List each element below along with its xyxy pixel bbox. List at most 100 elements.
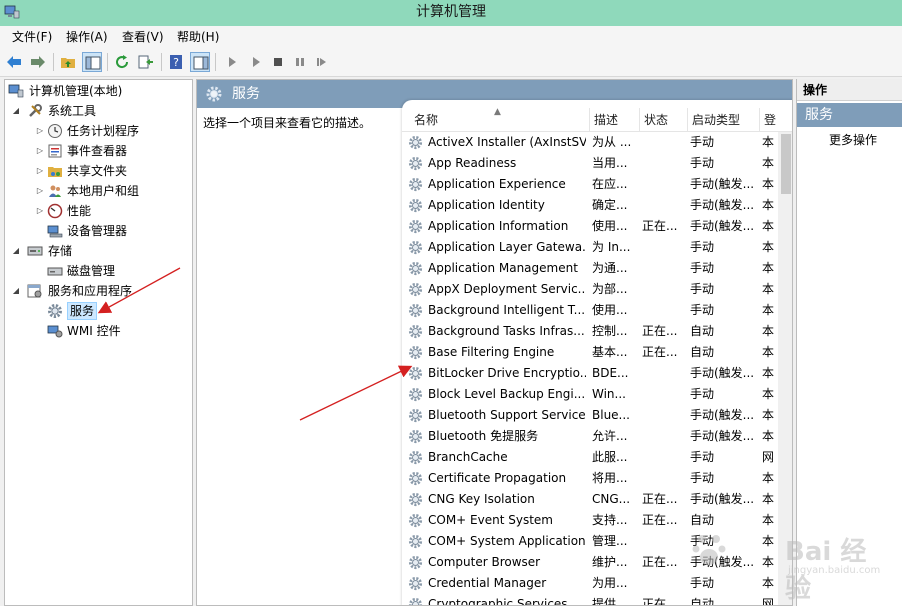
- expand-arrow-icon[interactable]: ▷: [35, 181, 45, 201]
- service-log-on-as: 本: [762, 345, 775, 359]
- service-name: Application Information: [428, 219, 569, 233]
- service-name: Bluetooth 免提服务: [428, 429, 539, 443]
- restart-service-button[interactable]: [312, 52, 332, 72]
- pause-service-button[interactable]: [290, 52, 310, 72]
- service-status: 正在...: [642, 219, 678, 233]
- tree-node-computer-management[interactable]: 计算机管理(本地): [7, 81, 192, 101]
- play-icon: [253, 57, 260, 67]
- menu-file[interactable]: 文件(F): [12, 26, 52, 48]
- tree-node-storage[interactable]: ◢ 存储: [9, 241, 192, 261]
- back-button[interactable]: [4, 52, 24, 72]
- start-service-button[interactable]: [222, 52, 242, 72]
- tree-label: 任务计划程序: [67, 124, 140, 138]
- more-actions-link[interactable]: 更多操作: [829, 131, 877, 148]
- menu-view[interactable]: 查看(V): [122, 26, 164, 48]
- expand-arrow-icon[interactable]: ▷: [35, 121, 45, 141]
- show-hide-action-pane-button[interactable]: [190, 52, 210, 72]
- service-description: 将用...: [592, 471, 628, 485]
- service-name: COM+ Event System: [428, 513, 553, 527]
- service-description: 确定...: [592, 198, 628, 212]
- tools-icon: [29, 104, 42, 117]
- service-row[interactable]: BranchCache 此服... 手动 网: [402, 447, 778, 468]
- stop-service-button[interactable]: [268, 52, 288, 72]
- service-description: 管理...: [592, 534, 628, 548]
- tree-node-local-users-groups[interactable]: ▷ 本地用户和组: [33, 181, 192, 201]
- service-row[interactable]: App Readiness 当用... 手动 本: [402, 153, 778, 174]
- up-folder-button[interactable]: [58, 52, 78, 72]
- tree-node-wmi-control[interactable]: WMI 控件: [47, 321, 192, 341]
- gear-icon: [408, 219, 423, 234]
- collapse-arrow-icon[interactable]: ◢: [11, 241, 21, 261]
- service-description: 当用...: [592, 156, 628, 170]
- service-log-on-as: 本: [762, 198, 775, 212]
- service-startup-type: 自动: [690, 597, 715, 606]
- service-name: Bluetooth Support Service: [428, 408, 586, 422]
- column-log-on-as[interactable]: 登: [760, 108, 792, 132]
- start-service-alt-button[interactable]: [246, 52, 266, 72]
- column-name[interactable]: 名称: [410, 108, 590, 132]
- tree-node-services-applications[interactable]: ◢ 服务和应用程序: [9, 281, 192, 301]
- menu-bar: 文件(F) 操作(A) 查看(V) 帮助(H): [0, 26, 902, 48]
- service-row[interactable]: ActiveX Installer (AxInstSV) 为从 ... 手动 本: [402, 132, 778, 153]
- service-row[interactable]: Base Filtering Engine 基本... 正在... 自动 本: [402, 342, 778, 363]
- column-description[interactable]: 描述: [590, 108, 640, 132]
- service-row[interactable]: Block Level Backup Engi... Win... 手动 本: [402, 384, 778, 405]
- service-row[interactable]: Background Intelligent T... 使用... 手动 本: [402, 300, 778, 321]
- tree-node-device-manager[interactable]: 设备管理器: [47, 221, 192, 241]
- tree-node-event-viewer[interactable]: ▷ 事件查看器: [33, 141, 192, 161]
- show-hide-tree-button[interactable]: [82, 52, 102, 72]
- service-row[interactable]: Cryptographic Services 提供... 正在... 自动 网: [402, 594, 778, 606]
- gear-icon: [408, 135, 423, 150]
- tree-node-task-scheduler[interactable]: ▷ 任务计划程序: [33, 121, 192, 141]
- refresh-button[interactable]: [112, 52, 132, 72]
- service-row[interactable]: BitLocker Drive Encryptio... BDE... 手动(触发.…: [402, 363, 778, 384]
- service-row[interactable]: Bluetooth Support Service Blue... 手动(触发...…: [402, 405, 778, 426]
- expand-arrow-icon[interactable]: ▷: [35, 161, 45, 181]
- tree-node-disk-management[interactable]: 磁盘管理: [47, 261, 192, 281]
- title-bar[interactable]: 计算机管理: [0, 0, 902, 26]
- tree-label: 事件查看器: [67, 144, 128, 158]
- actions-section-services[interactable]: 服务: [797, 103, 902, 127]
- tree-node-shared-folders[interactable]: ▷ 共享文件夹: [33, 161, 192, 181]
- service-name: Application Identity: [428, 198, 545, 212]
- help-button[interactable]: ?: [166, 52, 186, 72]
- collapse-arrow-icon[interactable]: ◢: [11, 101, 21, 121]
- tree-node-services[interactable]: 服务: [43, 301, 192, 321]
- export-list-button[interactable]: [136, 52, 156, 72]
- export-list-icon: [138, 55, 153, 69]
- service-row[interactable]: Application Information 使用... 正在... 手动(触发..…: [402, 216, 778, 237]
- service-row[interactable]: Certificate Propagation 将用... 手动 本: [402, 468, 778, 489]
- service-name: COM+ System Application: [428, 534, 586, 548]
- service-row[interactable]: AppX Deployment Servic... 为部... 手动 本: [402, 279, 778, 300]
- service-row[interactable]: Application Identity 确定... 手动(触发... 本: [402, 195, 778, 216]
- service-row[interactable]: Background Tasks Infras... 控制... 正在... 自动 本: [402, 321, 778, 342]
- gear-icon: [408, 408, 423, 423]
- menu-action[interactable]: 操作(A): [66, 26, 108, 48]
- gear-icon: [408, 450, 423, 465]
- forward-arrow-icon: [31, 56, 45, 68]
- tree-node-performance[interactable]: ▷ 性能: [33, 201, 192, 221]
- service-row[interactable]: Application Experience 在应... 手动(触发... 本: [402, 174, 778, 195]
- service-row[interactable]: Application Management 为通... 手动 本: [402, 258, 778, 279]
- stop-icon: [274, 58, 282, 66]
- service-log-on-as: 本: [762, 492, 775, 506]
- console-tree: 计算机管理(本地) ◢ 系统工具 ▷ 任务计划程序 ▷ 事件查看器 ▷ 共享文件…: [4, 79, 193, 606]
- service-row[interactable]: Application Layer Gatewa... 为 In... 手动 本: [402, 237, 778, 258]
- service-name: Computer Browser: [428, 555, 541, 569]
- tree-label: 共享文件夹: [67, 164, 128, 178]
- column-startup-type[interactable]: 启动类型: [688, 108, 760, 132]
- menu-help[interactable]: 帮助(H): [177, 26, 219, 48]
- service-startup-type: 手动(触发...: [690, 177, 754, 191]
- expand-arrow-icon[interactable]: ▷: [35, 201, 45, 221]
- column-status[interactable]: 状态: [640, 108, 688, 132]
- forward-button[interactable]: [28, 52, 48, 72]
- tree-node-system-tools[interactable]: ◢ 系统工具: [9, 101, 192, 121]
- scrollbar-thumb[interactable]: [781, 134, 791, 194]
- collapse-arrow-icon[interactable]: ◢: [11, 281, 21, 301]
- action-pane-icon: [193, 56, 209, 70]
- service-description: Blue...: [592, 408, 630, 422]
- service-row[interactable]: CNG Key Isolation CNG... 正在... 手动(触发... 本: [402, 489, 778, 510]
- expand-arrow-icon[interactable]: ▷: [35, 141, 45, 161]
- gear-icon: [408, 534, 423, 549]
- service-row[interactable]: Bluetooth 免提服务 允许... 手动(触发... 本: [402, 426, 778, 447]
